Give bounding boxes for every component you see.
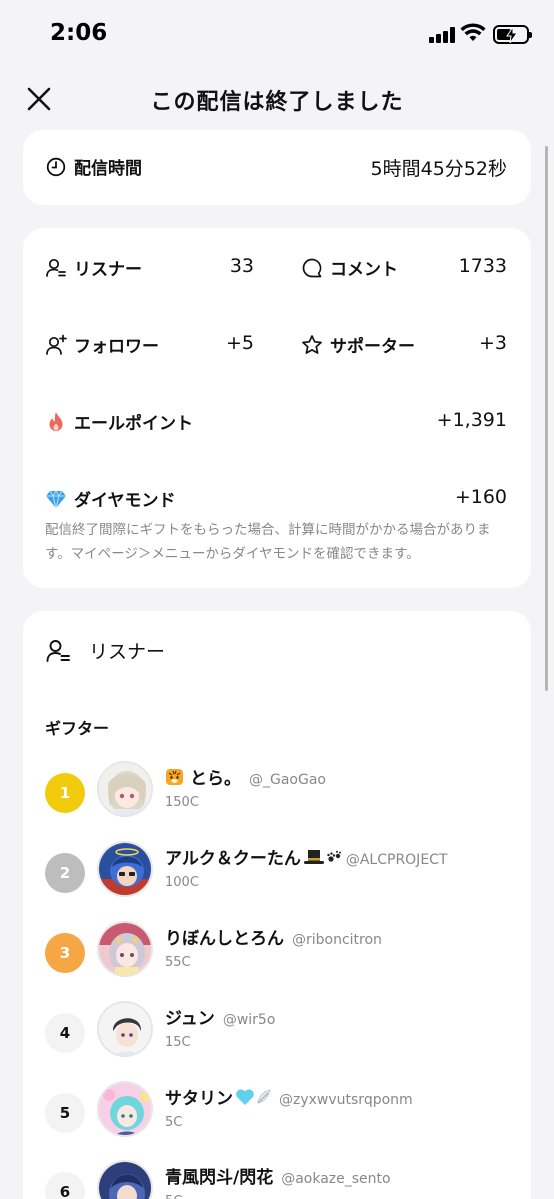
tiger-emoji-icon xyxy=(166,769,183,785)
yell-points-value: +1,391 xyxy=(436,409,507,431)
gifter-coins: 15C xyxy=(165,1035,191,1050)
gifter-name-text: ジュン xyxy=(165,1009,215,1029)
header: この配信は終了しました xyxy=(0,72,554,126)
comments-stat-value: 1733 xyxy=(458,255,507,277)
paw-prints-emoji-icon xyxy=(327,850,341,862)
avatar[interactable] xyxy=(97,921,153,977)
gifter-handle: @wir5o xyxy=(222,1012,276,1028)
avatar[interactable] xyxy=(97,761,153,817)
yell-points-text: エールポイント xyxy=(74,414,193,434)
comments-stat-label: コメント xyxy=(301,255,398,280)
diamond-note: 配信終了間際にギフトをもらった場合、計算に時間がかかる場合があります。マイページ… xyxy=(45,522,491,562)
duration-card: 配信時間 5時間45分52秒 xyxy=(23,130,531,205)
person-list-icon xyxy=(45,257,67,279)
status-time: 2:06 xyxy=(50,20,108,46)
stats-card: リスナー 33 コメント 1733 フォロワー +5 サポーター +3 エールポ… xyxy=(23,228,531,588)
gifter-coins: 5C xyxy=(165,1115,183,1130)
avatar[interactable] xyxy=(97,1160,153,1199)
gifter-coins: 5C xyxy=(165,1194,182,1199)
cellular-signal-icon xyxy=(429,27,455,43)
battery-icon xyxy=(493,25,532,44)
gifter-coins: 55C xyxy=(165,955,191,970)
flame-icon xyxy=(45,411,67,433)
rank-badge: 3 xyxy=(45,933,85,973)
diamonds-label: ダイヤモンド xyxy=(45,486,176,511)
gifter-name: アルク＆クーたん @ALCPROJECT xyxy=(165,844,448,869)
listeners-section-title: リスナー xyxy=(89,641,166,663)
light-blue-heart-emoji-icon xyxy=(236,1089,254,1105)
comments-stat-text: コメント xyxy=(330,260,398,280)
gifter-handle: @riboncitron xyxy=(292,932,382,948)
followers-stat-label: フォロワー xyxy=(45,332,159,357)
feather-emoji-icon xyxy=(257,1089,271,1104)
gifter-handle: @zyxwvutsrqponm xyxy=(279,1092,413,1108)
rank-badge: 6 xyxy=(45,1172,85,1199)
gifter-name: サタリン @zyxwvutsrqponm xyxy=(165,1084,413,1109)
gifter-row[interactable]: 5 サタリン @zyxwvutsrqponm 5C xyxy=(45,1081,515,1141)
gifter-name-text: りぼんしとろん xyxy=(165,929,284,949)
rank-badge: 4 xyxy=(45,1013,85,1053)
supporters-stat-label: サポーター xyxy=(301,332,415,357)
chat-bubble-icon xyxy=(301,257,323,279)
gifter-name: ジュン @wir5o xyxy=(165,1004,275,1029)
listeners-card: リスナー ギフター 1 とら。 @_GaoGao 150C 2 アルク＆クーたん @… xyxy=(23,611,531,1199)
diamonds-text: ダイヤモンド xyxy=(74,491,176,511)
page-title: この配信は終了しました xyxy=(150,90,404,115)
duration-value: 5時間45分52秒 xyxy=(370,158,507,180)
gifter-name: りぼんしとろん @riboncitron xyxy=(165,924,382,949)
gifter-row[interactable]: 4 ジュン @wir5o 15C xyxy=(45,1001,515,1061)
gifter-name: とら。 @_GaoGao xyxy=(165,764,326,789)
listeners-stat-label: リスナー xyxy=(45,255,142,280)
gifter-name-text: とら。 xyxy=(190,769,241,789)
gifter-handle: @_GaoGao xyxy=(249,772,326,788)
supporters-stat-text: サポーター xyxy=(330,337,415,357)
diamonds-value: +160 xyxy=(454,486,507,508)
gifter-name: 青風閃斗/閃花 @aokaze_sento xyxy=(165,1163,391,1188)
gifter-name-text: 青風閃斗/閃花 xyxy=(165,1168,274,1188)
gifter-row[interactable]: 1 とら。 @_GaoGao 150C xyxy=(45,761,515,821)
rank-badge: 1 xyxy=(45,773,85,813)
followers-stat-value: +5 xyxy=(225,332,254,354)
gifter-coins: 100C xyxy=(165,875,199,890)
gifter-row[interactable]: 2 アルク＆クーたん @ALCPROJECT 100C xyxy=(45,841,515,901)
duration-label-text: 配信時間 xyxy=(74,159,142,179)
avatar[interactable] xyxy=(97,1081,153,1137)
wifi-icon xyxy=(460,23,486,41)
gifter-row[interactable]: 3 りぼんしとろん @riboncitron 55C xyxy=(45,921,515,981)
gifter-name-text: アルク＆クーたん xyxy=(165,849,301,869)
listeners-stat-text: リスナー xyxy=(74,260,142,280)
listeners-section-header: リスナー xyxy=(45,637,165,664)
rank-badge: 2 xyxy=(45,853,85,893)
gifter-handle: @ALCPROJECT xyxy=(345,852,448,868)
clock-icon xyxy=(45,156,67,178)
diamond-icon xyxy=(45,488,67,510)
rank-badge: 5 xyxy=(45,1093,85,1133)
duration-label: 配信時間 xyxy=(45,154,142,179)
supporters-stat-value: +3 xyxy=(478,332,507,354)
listeners-stat-value: 33 xyxy=(229,255,254,277)
avatar[interactable] xyxy=(97,1001,153,1057)
gifter-name-text: サタリン xyxy=(165,1089,233,1109)
status-bar: 2:06 xyxy=(0,0,554,70)
top-hat-emoji-icon xyxy=(303,850,324,864)
star-icon xyxy=(301,334,323,356)
gifter-coins: 150C xyxy=(165,795,199,810)
person-list-icon xyxy=(46,639,70,662)
followers-stat-text: フォロワー xyxy=(74,337,159,357)
gifter-row[interactable]: 6 青風閃斗/閃花 @aokaze_sento 5C xyxy=(45,1160,515,1199)
person-add-icon xyxy=(45,334,67,356)
gifters-heading: ギフター xyxy=(45,719,110,738)
gifter-handle: @aokaze_sento xyxy=(281,1171,391,1187)
scrollbar[interactable] xyxy=(545,146,548,691)
yell-points-label: エールポイント xyxy=(45,409,193,434)
avatar[interactable] xyxy=(97,841,153,897)
